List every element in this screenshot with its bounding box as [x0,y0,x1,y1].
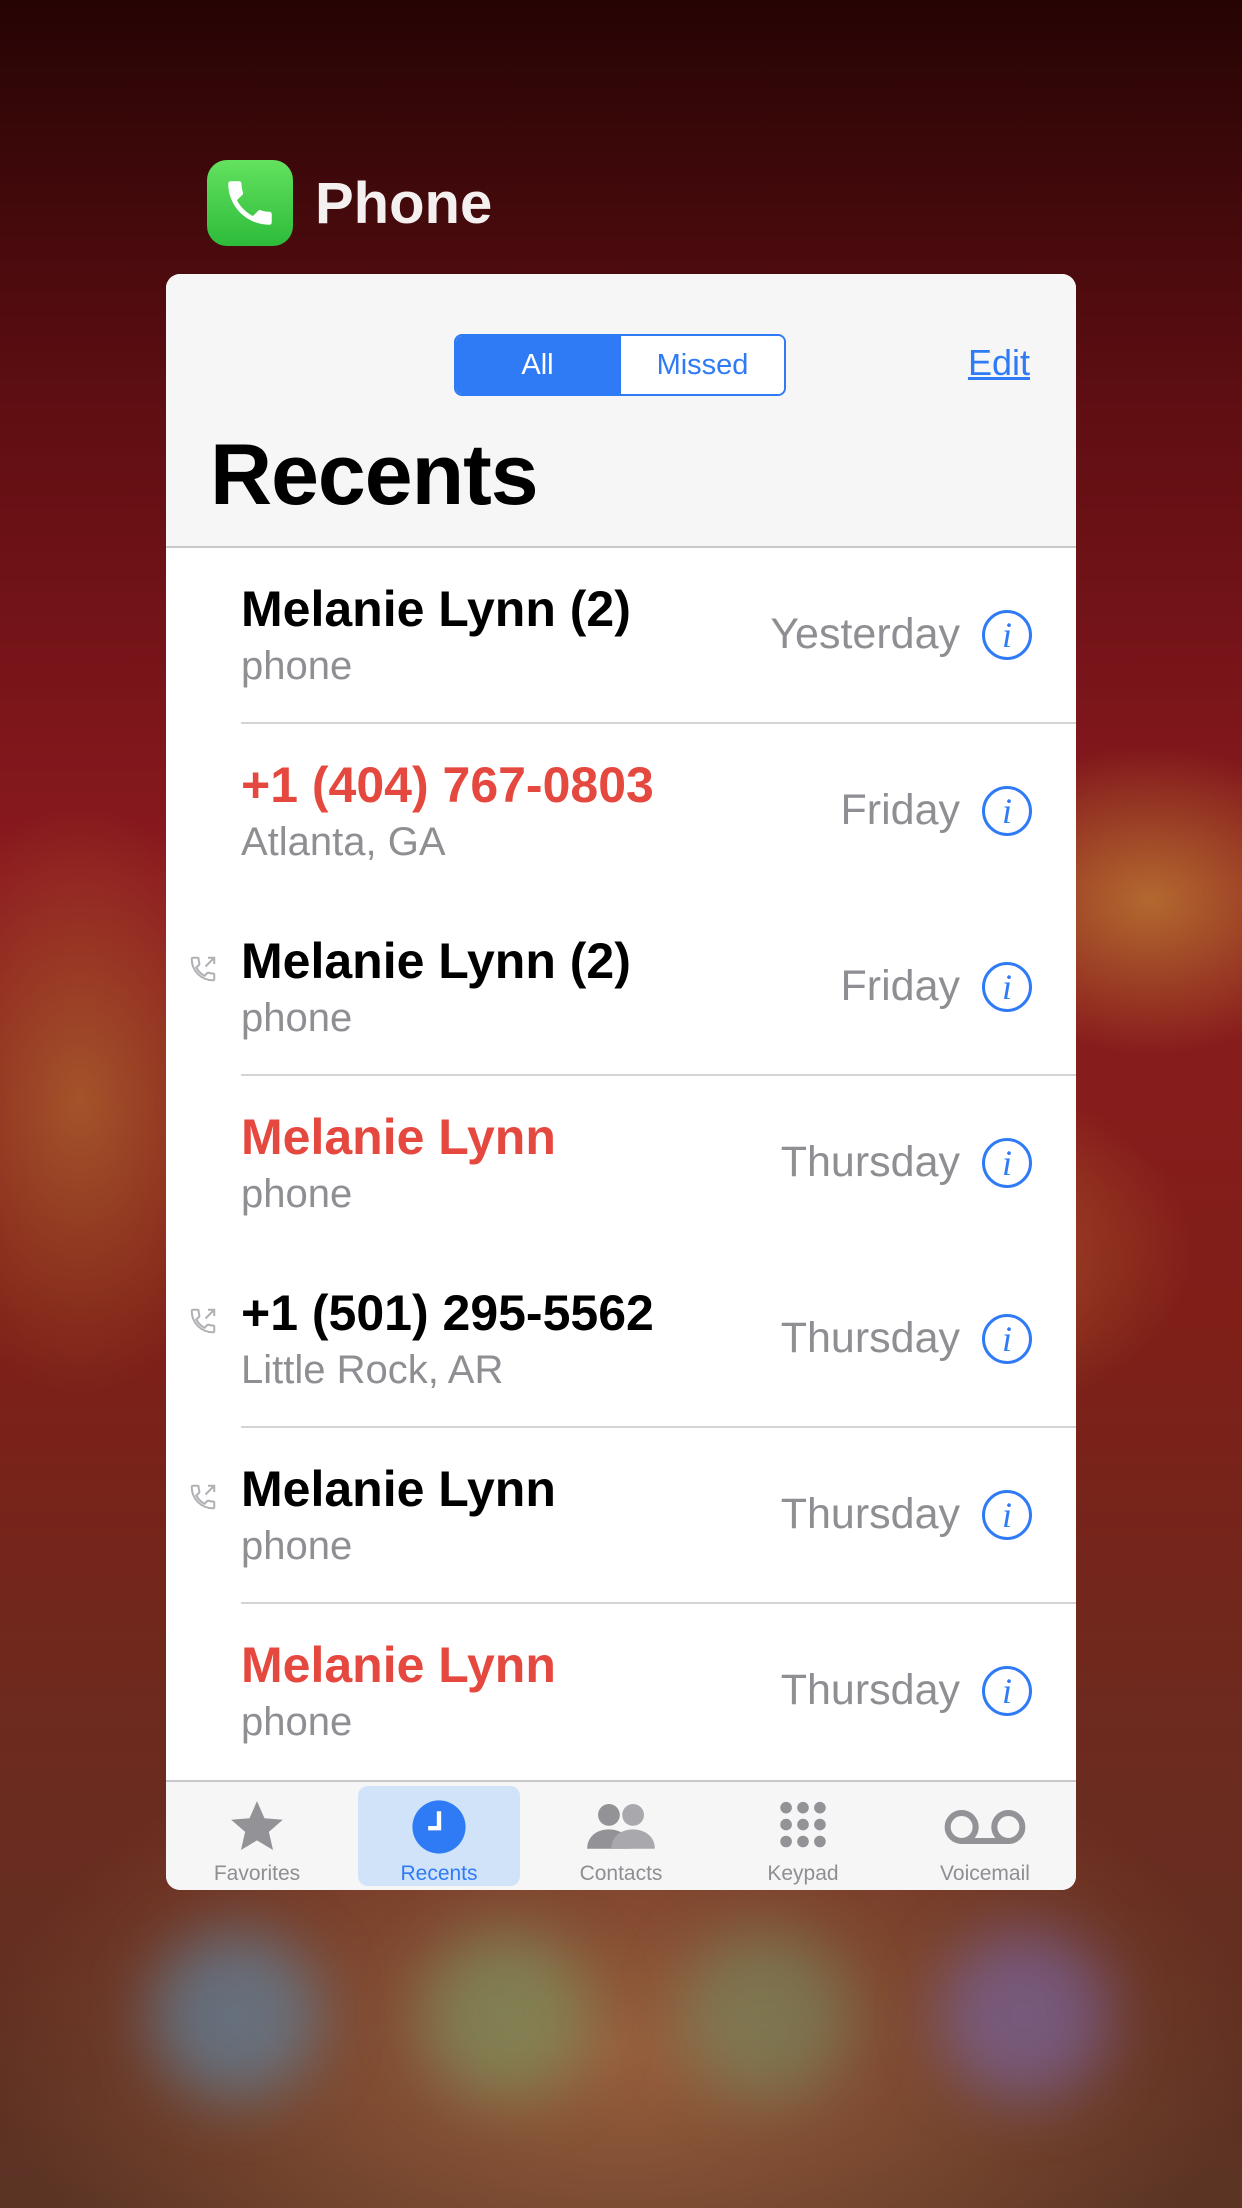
outgoing-call-icon [190,956,216,982]
call-row[interactable]: Melanie Lynn (2) phone Friday i [166,900,1076,1076]
caller-name: Melanie Lynn [241,1109,556,1165]
info-icon[interactable]: i [982,962,1032,1012]
tab-voicemail[interactable]: Voicemail [894,1782,1076,1890]
call-row[interactable]: +1 (404) 767-0803 Atlanta, GA Friday i [166,724,1076,900]
tab-label: Voicemail [940,1862,1030,1885]
app-name: Phone [315,170,493,236]
outgoing-call-icon [190,1484,216,1510]
clock-icon [410,1796,468,1858]
recents-list: Melanie Lynn (2) phone Yesterday i +1 (4… [166,548,1076,1780]
info-icon[interactable]: i [982,1138,1032,1188]
info-icon[interactable]: i [982,1490,1032,1540]
caller-name: Melanie Lynn (2) [241,581,631,637]
tab-keypad[interactable]: Keypad [712,1782,894,1890]
edit-button[interactable]: Edit [968,342,1030,384]
contacts-icon [581,1796,661,1858]
caller-name: Melanie Lynn [241,1461,556,1517]
call-type: phone [241,1524,353,1568]
navigation-bar: All Missed Edit Recents [166,274,1076,548]
phone-app-card[interactable]: All Missed Edit Recents Melanie Lynn (2)… [166,274,1076,1890]
blurred-dock-app [150,1930,320,2100]
call-type: phone [241,1700,353,1744]
info-icon[interactable]: i [982,610,1032,660]
segment-all[interactable]: All [456,336,619,394]
call-date: Thursday [780,1138,960,1186]
call-location: Atlanta, GA [241,820,446,864]
blurred-dock-app [420,1930,590,2100]
caller-name: Melanie Lynn [241,1637,556,1693]
call-date: Thursday [780,1314,960,1362]
star-icon [225,1796,289,1858]
call-date: Thursday [780,1666,960,1714]
caller-name: +1 (501) 295-5562 [241,1285,654,1341]
call-type: phone [241,644,353,688]
tab-bar: Favorites Recents Contacts Keypad Voicem… [166,1780,1076,1890]
tab-label: Recents [400,1862,478,1885]
call-row[interactable]: +1 (501) 295-5562 Little Rock, AR Thursd… [166,1252,1076,1428]
info-icon[interactable]: i [982,1666,1032,1716]
info-icon[interactable]: i [982,1314,1032,1364]
call-type: phone [241,1172,353,1216]
call-date: Yesterday [770,610,960,658]
call-row[interactable]: Melanie Lynn phone Thursday i [166,1428,1076,1604]
blurred-dock-app [940,1930,1110,2100]
caller-name: Melanie Lynn (2) [241,933,631,989]
tab-favorites[interactable]: Favorites [166,1782,348,1890]
call-row[interactable]: Melanie Lynn phone Thursday i [166,1604,1076,1780]
keypad-icon [774,1796,832,1858]
filter-segmented-control[interactable]: All Missed [454,334,786,396]
info-icon[interactable]: i [982,786,1032,836]
outgoing-call-icon [190,1308,216,1334]
app-switcher-header[interactable]: Phone [207,160,492,246]
call-type: phone [241,996,353,1040]
call-row[interactable]: Melanie Lynn phone Thursday i [166,1076,1076,1252]
phone-app-icon [207,160,293,246]
voicemail-icon [943,1796,1027,1858]
call-date: Friday [840,962,960,1010]
caller-name: +1 (404) 767-0803 [241,757,654,813]
segment-missed[interactable]: Missed [619,336,784,394]
blurred-dock-app [680,1930,850,2100]
call-location: Little Rock, AR [241,1348,504,1392]
call-date: Thursday [780,1490,960,1538]
tab-label: Favorites [213,1862,301,1885]
tab-label: Keypad [767,1862,839,1885]
call-date: Friday [840,786,960,834]
tab-label: Contacts [579,1862,663,1885]
call-row[interactable]: Melanie Lynn (2) phone Yesterday i [166,548,1076,724]
tab-contacts[interactable]: Contacts [530,1782,712,1890]
page-title: Recents [210,427,539,523]
tab-recents[interactable]: Recents [348,1782,530,1890]
